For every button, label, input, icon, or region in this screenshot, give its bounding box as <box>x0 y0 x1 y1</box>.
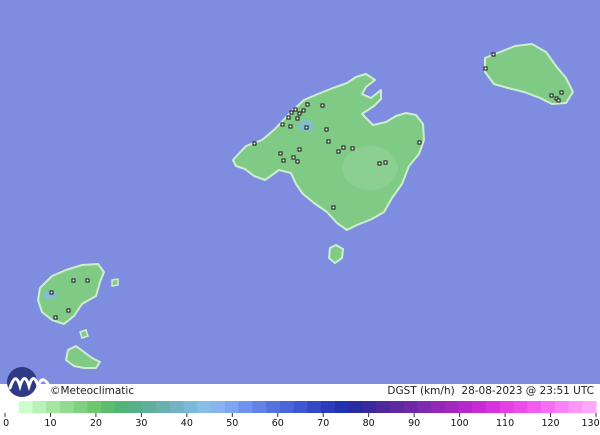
legend-swatch <box>376 401 391 413</box>
legend-swatch <box>417 401 432 413</box>
legend-swatch <box>321 401 336 413</box>
legend-tick-label: 30 <box>135 418 148 429</box>
legend-tick-label: 50 <box>226 418 239 429</box>
map-info: DGST (km/h) 28-08-2023 @ 23:51 UTC <box>387 385 594 397</box>
legend-tick-label: 60 <box>271 418 284 429</box>
legend-tick-label: 40 <box>180 418 193 429</box>
legend-swatch <box>114 401 130 413</box>
meteoclimatic-logo-icon <box>7 367 50 397</box>
legend-swatch <box>252 401 267 413</box>
legend-swatch <box>59 401 75 413</box>
legend-tick-label: 130 <box>581 418 600 429</box>
legend-swatch <box>169 401 185 413</box>
legend-swatch <box>5 401 20 413</box>
legend-swatch <box>18 401 34 413</box>
legend-swatch <box>472 401 487 413</box>
legend-swatch <box>554 401 570 413</box>
legend-swatch <box>403 401 418 413</box>
legend-swatch <box>46 401 61 413</box>
legend-swatch <box>128 401 144 413</box>
legend-swatch <box>362 401 377 413</box>
legend-tick-label: 10 <box>44 418 57 429</box>
legend-swatch <box>142 401 157 413</box>
legend-swatch <box>527 401 542 413</box>
legend-swatch <box>183 401 199 413</box>
legend-swatch <box>211 401 226 413</box>
legend-swatch <box>32 401 47 413</box>
legend-swatch <box>73 401 89 413</box>
legend-swatch <box>499 401 515 413</box>
legend-swatch <box>582 401 597 413</box>
brand-label: ©Meteoclimatic <box>50 385 134 397</box>
legend-swatch <box>486 401 501 413</box>
weather-map <box>0 0 600 435</box>
legend-swatch <box>513 401 528 413</box>
legend-swatch <box>156 401 171 413</box>
legend-swatch <box>101 401 116 413</box>
legend-tick-label: 70 <box>317 418 330 429</box>
color-legend <box>0 399 600 435</box>
legend-tick-label: 100 <box>450 418 469 429</box>
legend-swatch <box>431 401 446 413</box>
legend-swatch <box>458 401 473 413</box>
legend-swatches <box>5 401 597 413</box>
legend-swatch <box>568 401 583 413</box>
legend-swatch <box>541 401 556 413</box>
legend-swatch <box>87 401 102 413</box>
legend-swatch <box>224 401 240 413</box>
legend-tick-label: 120 <box>541 418 560 429</box>
legend-swatch <box>266 401 281 413</box>
legend-swatch <box>293 401 308 413</box>
legend-tick-label: 110 <box>495 418 515 429</box>
datetime-label: 28-08-2023 @ 23:51 UTC <box>461 385 594 397</box>
legend-swatch <box>334 401 350 413</box>
legend-tick-label: 90 <box>408 418 421 429</box>
legend-tick-label: 80 <box>362 418 375 429</box>
legend-swatch <box>307 401 322 413</box>
variable-label: DGST (km/h) <box>387 385 455 397</box>
legend-swatch <box>444 401 460 413</box>
legend-tick-label: 0 <box>3 418 10 429</box>
legend-swatch <box>197 401 212 413</box>
legend-swatch <box>389 401 405 413</box>
legend-swatch <box>279 401 295 413</box>
copyright-symbol: © <box>50 385 61 397</box>
legend-tick-label: 20 <box>89 418 102 429</box>
legend-swatch <box>348 401 363 413</box>
legend-swatch <box>238 401 253 413</box>
brand-name: Meteoclimatic <box>60 385 135 397</box>
